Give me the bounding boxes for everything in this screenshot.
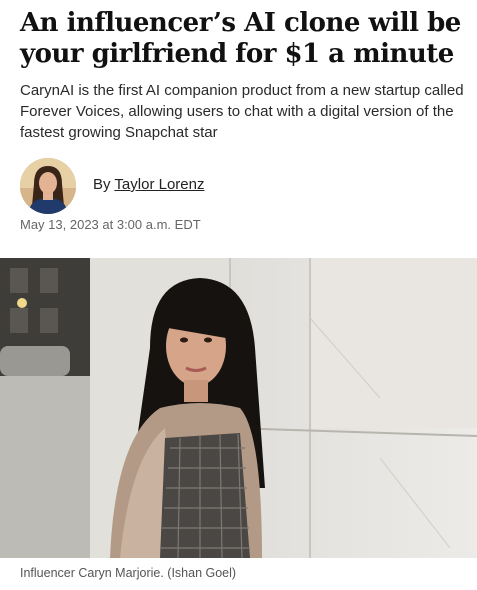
byline: By Taylor Lorenz (93, 176, 204, 193)
author-avatar[interactable] (20, 158, 76, 214)
author-link[interactable]: Taylor Lorenz (114, 176, 204, 193)
article-headline: An influencer’s AI clone will be your gi… (20, 8, 461, 69)
hero-photo (0, 258, 477, 558)
photo-caption: Influencer Caryn Marjorie. (Ishan Goel) (20, 566, 237, 580)
article-dek: CarynAI is the first AI companion produc… (20, 82, 464, 141)
byline-prefix: By (93, 176, 111, 193)
publish-date: May 13, 2023 at 3:00 a.m. EDT (20, 217, 201, 232)
